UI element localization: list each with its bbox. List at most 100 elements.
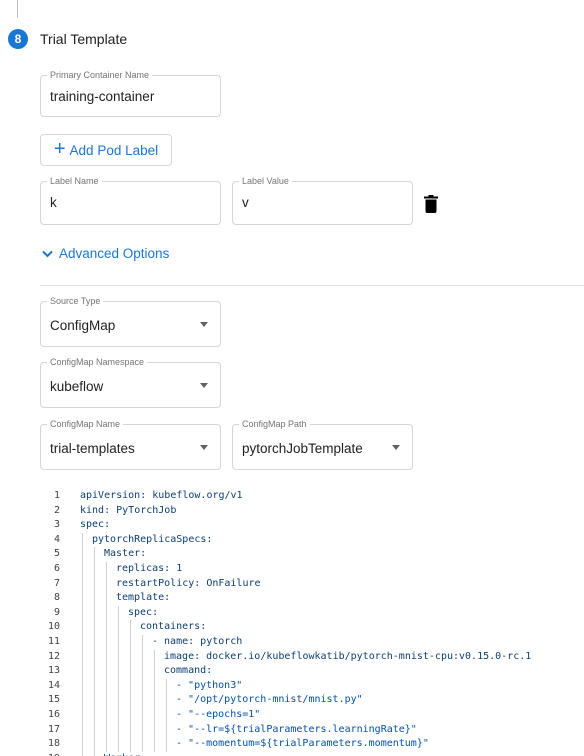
yaml-value: "python3" (188, 679, 243, 691)
code-text: - "python3" (176, 679, 242, 694)
indent-guide (94, 737, 95, 752)
advanced-options-toggle[interactable]: Advanced Options (42, 246, 169, 261)
code-text: kind: PyTorchJob (80, 504, 176, 519)
step-title: Trial Template (40, 31, 128, 47)
indent-guide (154, 707, 155, 723)
indent-guide (166, 707, 167, 723)
yaml-key: template: (116, 592, 171, 604)
yaml-value: "--lr=${trialParameters.learningRate}" (188, 723, 417, 735)
indent-guide (106, 649, 107, 665)
configmap-path-value: pytorchJobTemplate (242, 441, 363, 456)
indent-guide (94, 678, 95, 694)
indent-guide (82, 576, 83, 592)
trial-template-page: 8 Trial Template Primary Container Name … (0, 0, 584, 756)
line-number: 8 (53, 592, 60, 604)
indent-guide (94, 576, 95, 592)
indent-guide (166, 693, 167, 708)
code-text: Worker: (104, 752, 146, 756)
configmap-namespace-value: kubeflow (50, 379, 104, 394)
indent-guide (106, 591, 107, 606)
indent-guide (130, 664, 131, 679)
indent-guide (142, 722, 143, 738)
indent-guide (82, 737, 83, 752)
line-number: 12 (47, 650, 60, 662)
yaml-key: replicas: (116, 562, 171, 574)
indent-guide (94, 547, 95, 562)
indent-guide (94, 591, 95, 606)
yaml-value: docker.io/kubeflowkatib/pytorch-mnist-cp… (200, 650, 532, 662)
yaml-key: apiVersion: (80, 490, 147, 501)
code-line: 15 - "/opt/pytorch-mnist/mnist.py" (40, 693, 584, 708)
indent-guide (106, 722, 107, 738)
indent-guide (142, 649, 143, 665)
trash-icon[interactable] (424, 195, 438, 213)
code-line: 7 restartPolicy: OnFailure (40, 576, 584, 592)
indent-guide (106, 561, 107, 577)
indent-guide (94, 751, 95, 756)
indent-guide (130, 649, 131, 665)
indent-guide (154, 722, 155, 738)
yaml-key: spec: (128, 606, 159, 618)
line-number: 10 (47, 621, 60, 633)
configmap-name-value: trial-templates (50, 441, 135, 456)
code-text: command: (164, 664, 212, 679)
code-line: 2 kind: PyTorchJob (40, 504, 584, 519)
indent-guide (130, 620, 131, 635)
indent-guide (94, 707, 95, 723)
indent-guide (130, 722, 131, 738)
code-text: Master: (104, 547, 146, 562)
indent-guide (130, 707, 131, 723)
label-name-field[interactable]: Label Name k (40, 175, 221, 225)
indent-guide (106, 707, 107, 723)
code-line: 8 template: (40, 591, 584, 606)
yaml-key: - (176, 679, 189, 691)
yaml-key: kind: (80, 504, 111, 516)
yaml-key: Master: (104, 548, 147, 560)
indent-guide (82, 561, 83, 577)
indent-guide (154, 664, 155, 679)
indent-guide (82, 649, 83, 665)
indent-guide (94, 620, 95, 635)
indent-guide (82, 605, 83, 621)
configmap-path-label: ConfigMap Path (239, 418, 310, 430)
dropdown-caret-icon (392, 445, 400, 450)
indent-guide (94, 649, 95, 665)
indent-guide (118, 620, 119, 635)
indent-guide (94, 664, 95, 679)
code-text: - "--momentum=${trialParameters.momentum… (176, 737, 429, 752)
indent-guide (142, 664, 143, 679)
indent-guide (154, 678, 155, 694)
indent-guide (106, 664, 107, 679)
primary-container-name-field[interactable]: Primary Container Name training-containe… (40, 69, 221, 117)
code-line: 16 - "--epochs=1" (40, 707, 584, 723)
indent-guide (154, 737, 155, 752)
add-pod-label-button[interactable]: + Add Pod Label (40, 134, 172, 166)
source-type-value: ConfigMap (50, 318, 116, 333)
indent-guide (94, 561, 95, 577)
step-number-badge: 8 (8, 29, 28, 49)
line-number: 18 (47, 738, 60, 750)
indent-guide (154, 693, 155, 708)
source-type-label: Source Type (47, 295, 104, 307)
code-text: template: (116, 591, 170, 606)
configmap-namespace-select[interactable]: ConfigMap Namespace kubeflow (40, 356, 221, 408)
indent-guide (94, 634, 95, 650)
primary-container-name-label: Primary Container Name (47, 69, 153, 81)
code-line: 1 apiVersion: kubeflow.org/v1 (40, 489, 584, 504)
code-text: restartPolicy: OnFailure (116, 577, 261, 592)
yaml-key: - (176, 738, 189, 750)
yaml-code-editor[interactable]: 1 apiVersion: kubeflow.org/v1 2 kind: PyTor… (40, 489, 584, 756)
code-text: - name: pytorch (152, 635, 242, 650)
configmap-name-select[interactable]: ConfigMap Name trial-templates (40, 418, 221, 470)
line-number: 6 (53, 562, 60, 574)
indent-guide (106, 576, 107, 592)
source-type-select[interactable]: Source Type ConfigMap (40, 295, 221, 347)
label-value-field[interactable]: Label Value v (232, 175, 413, 225)
code-line: 6 replicas: 1 (40, 561, 584, 577)
indent-guide (82, 634, 83, 650)
indent-guide (82, 664, 83, 679)
dropdown-caret-icon (200, 383, 208, 388)
yaml-key: pytorchReplicaSpecs: (92, 533, 213, 545)
indent-guide (82, 722, 83, 738)
configmap-path-select[interactable]: ConfigMap Path pytorchJobTemplate (232, 418, 413, 470)
